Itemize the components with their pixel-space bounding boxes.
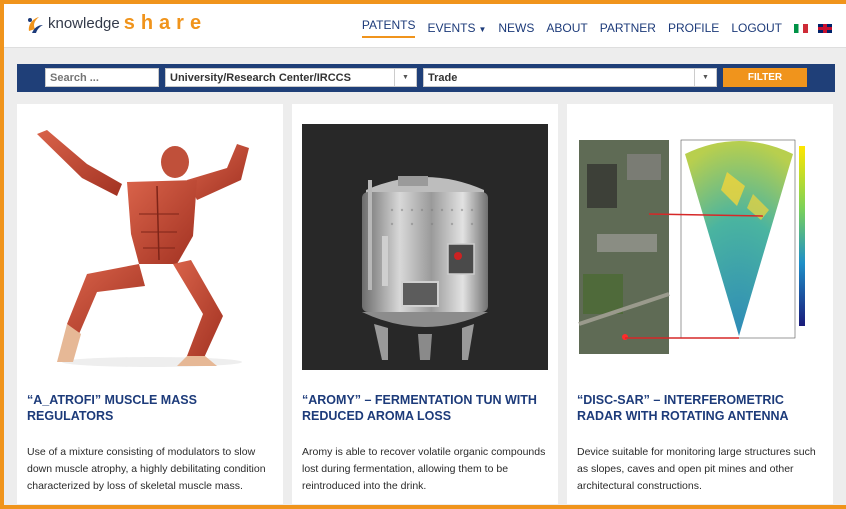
muscle-anatomy-image[interactable]	[27, 124, 273, 370]
category-select[interactable]: Trade ▼	[423, 68, 717, 87]
nav-item-about[interactable]: ABOUT	[546, 21, 587, 35]
brand-logo[interactable]: knowledge share	[24, 12, 207, 35]
nav-item-partner[interactable]: PARTNER	[600, 21, 656, 35]
card-description: Aromy is able to recover volatile organi…	[302, 446, 546, 492]
logo-swirl-icon	[28, 16, 43, 33]
radar-illustration	[578, 139, 805, 354]
chevron-down-icon: ▼	[478, 25, 487, 34]
chevron-down-icon: ▼	[394, 69, 416, 86]
nav-item-events[interactable]: EVENTS ▼	[427, 21, 486, 35]
institution-select-value: University/Research Center/IRCCS	[170, 72, 351, 84]
logo-text-knowledge: knowledge	[48, 15, 120, 32]
nav-item-news[interactable]: NEWS	[498, 21, 534, 35]
card-title[interactable]: “A_ATROFI” MUSCLE MASS REGULATORS	[27, 392, 273, 424]
card-title[interactable]: “DISC-SAR” – INTERFEROMETRIC RADAR WITH …	[577, 392, 823, 424]
card-title[interactable]: “AROMY” – FERMENTATION TUN WITH REDUCED …	[302, 392, 548, 424]
chevron-down-icon: ▼	[694, 69, 716, 86]
tank-illustration	[302, 124, 548, 370]
patent-card[interactable]: “AROMY” – FERMENTATION TUN WITH REDUCED …	[292, 104, 558, 504]
institution-select[interactable]: University/Research Center/IRCCS ▼	[165, 68, 417, 87]
nav-item-events-label: EVENTS	[427, 21, 476, 35]
main-nav: PATENTS EVENTS ▼ NEWS ABOUT PARTNER PROFI…	[350, 18, 832, 38]
uk-flag-icon[interactable]	[818, 23, 832, 33]
patent-card[interactable]: “DISC-SAR” – INTERFEROMETRIC RADAR WITH …	[567, 104, 833, 504]
app-window: knowledge share PATENTS EVENTS ▼ NEWS ABO…	[0, 0, 846, 509]
muscle-figure-illustration	[37, 130, 249, 367]
nav-item-profile[interactable]: PROFILE	[668, 21, 719, 35]
nav-item-patents[interactable]: PATENTS	[361, 18, 416, 38]
italian-flag-icon[interactable]	[794, 23, 808, 33]
search-input[interactable]	[45, 68, 159, 87]
fermentation-tank-image[interactable]	[302, 124, 548, 370]
patent-card[interactable]: “A_ATROFI” MUSCLE MASS REGULATORS Use of…	[17, 104, 283, 504]
filter-bar: University/Research Center/IRCCS ▼ Trade…	[17, 64, 835, 92]
radar-map-image[interactable]	[577, 124, 823, 370]
filter-button[interactable]: FILTER	[723, 68, 807, 87]
category-select-value: Trade	[428, 72, 458, 84]
card-description: Use of a mixture consisting of modulator…	[27, 446, 266, 492]
top-header: knowledge share PATENTS EVENTS ▼ NEWS ABO…	[4, 4, 846, 48]
logo-text-share: share	[123, 12, 208, 34]
card-description: Device suitable for monitoring large str…	[577, 446, 816, 492]
nav-item-logout[interactable]: LOGOUT	[731, 21, 782, 35]
